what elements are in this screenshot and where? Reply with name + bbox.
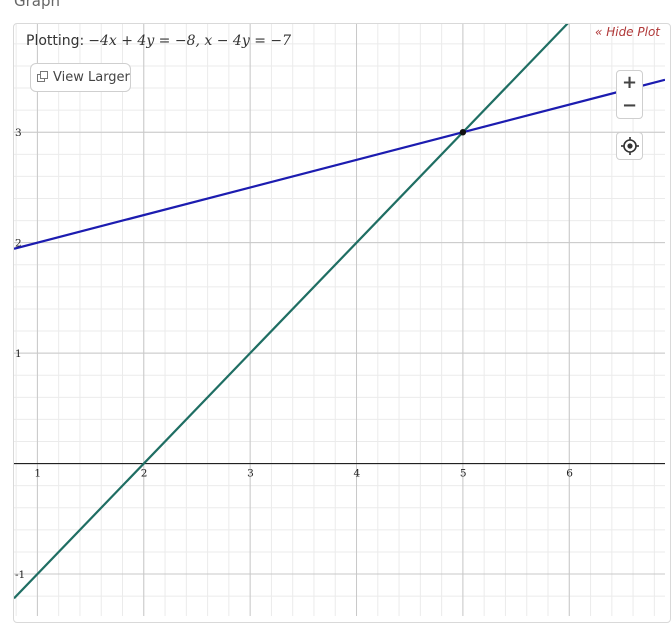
tick-labels: 1 2 3 4 5 6-1123 (15, 127, 573, 581)
x-tick-label: 1 (34, 468, 41, 480)
plotted-equations: −4x + 4y = −8, x − 4y = −7 (88, 33, 292, 49)
view-larger-button[interactable]: View Larger (30, 63, 131, 92)
plotting-label: Plotting: (26, 33, 85, 49)
x-tick-label: 2 (141, 468, 148, 480)
graph-plot[interactable]: 1 2 3 4 5 6-1123 (0, 0, 671, 616)
y-tick-label: -1 (15, 569, 25, 581)
x-tick-label: 6 (566, 468, 573, 480)
x-tick-label: 5 (460, 468, 467, 480)
major-grid (14, 24, 665, 616)
y-tick-label: 3 (15, 127, 22, 139)
recenter-button[interactable] (616, 132, 643, 160)
crosshair-icon (620, 137, 639, 155)
intersection-points (459, 129, 467, 136)
hide-plot-link[interactable]: « Hide Plot (595, 25, 660, 39)
intersection-point (459, 129, 467, 136)
x-tick-label: 3 (247, 468, 254, 480)
view-larger-label: View Larger (53, 70, 130, 85)
minor-grid (14, 24, 665, 616)
series-line-2 (14, 78, 665, 250)
plotting-caption: Plotting: −4x + 4y = −8, x − 4y = −7 (26, 33, 291, 49)
x-tick-label: 4 (354, 468, 361, 480)
zoom-controls: + − (616, 70, 643, 119)
zoom-in-button[interactable]: + (622, 73, 637, 92)
expand-icon (37, 70, 48, 85)
y-tick-label: 1 (15, 348, 22, 360)
zoom-out-button[interactable]: − (622, 97, 637, 115)
